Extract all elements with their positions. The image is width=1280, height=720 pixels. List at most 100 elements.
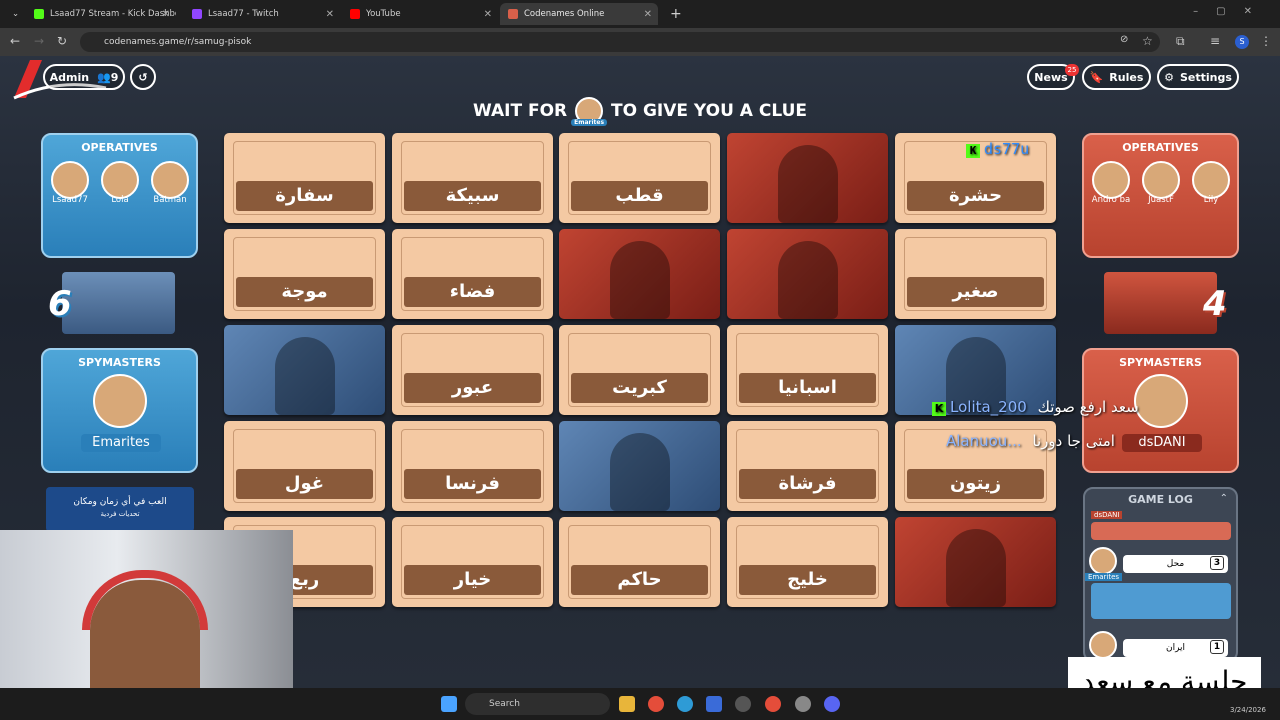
word-card[interactable]: فرنسا	[392, 421, 553, 511]
close-icon[interactable]: ✕	[326, 9, 334, 20]
word-card[interactable]: فرشاة	[727, 421, 888, 511]
avatar[interactable]	[51, 161, 89, 199]
word-card[interactable]: اسبانيا	[727, 325, 888, 415]
card-word: غول	[236, 469, 373, 499]
red-cards-left: 4	[1203, 284, 1227, 324]
blue-operatives-panel: OPERATIVES Lsaad77 Lola Batman	[41, 133, 198, 258]
obs-icon[interactable]	[795, 696, 811, 712]
card-word: خيار	[404, 565, 541, 595]
blue-cards-left: 6	[48, 284, 72, 324]
tab-title: Lsaad77 Stream - Kick Dashboa	[50, 9, 176, 19]
mute-icon[interactable]: ⊘	[1120, 34, 1128, 45]
player-name: Andro ba	[1091, 195, 1131, 205]
game-log-title: GAME LOG	[1128, 493, 1193, 506]
word-card[interactable]: سفارة	[224, 133, 385, 223]
admin-button[interactable]: Admin 👥 9	[43, 64, 125, 90]
spymaster-avatar: Emarites	[571, 97, 608, 126]
browser-tab-bar: ⌄ Lsaad77 Stream - Kick Dashboa ✕ Lsaad7…	[0, 0, 1280, 28]
word-card[interactable]: صغير	[895, 229, 1056, 319]
kick-icon: K	[932, 402, 946, 416]
word-card[interactable]: عبور	[392, 325, 553, 415]
card-word: سبيكة	[404, 181, 541, 211]
tab-codenames[interactable]: Codenames Online ✕	[500, 3, 658, 25]
spymaster-name: Emarites	[81, 434, 161, 452]
menu-icon[interactable]: ⋮	[1260, 34, 1272, 48]
bookmark-icon: 🔖	[1089, 70, 1104, 84]
new-tab-button[interactable]: +	[662, 3, 682, 25]
settings-button[interactable]: ⚙ Settings	[1157, 64, 1239, 90]
close-icon[interactable]: ✕	[644, 9, 652, 20]
close-icon[interactable]: ✕	[484, 9, 492, 20]
rules-button[interactable]: 🔖 Rules	[1082, 64, 1151, 90]
word-card[interactable]: حاكم	[559, 517, 720, 607]
players-icon: 👥	[97, 70, 111, 84]
back-icon[interactable]: ←	[10, 34, 20, 48]
avatar[interactable]	[151, 161, 189, 199]
tab-list-button[interactable]: ⌄	[4, 3, 22, 25]
word-card[interactable]: كبريت	[559, 325, 720, 415]
card-word: حشرة	[907, 181, 1044, 211]
blue-agent-card-stack	[62, 272, 175, 334]
history-button[interactable]: ↺	[130, 64, 156, 90]
avatar[interactable]	[1134, 374, 1188, 428]
app-icon[interactable]	[735, 696, 751, 712]
close-icon[interactable]: ✕	[162, 9, 170, 20]
avatar[interactable]	[1092, 161, 1130, 199]
chrome-icon[interactable]	[765, 696, 781, 712]
red-agent-card[interactable]	[895, 517, 1056, 607]
panel-title: OPERATIVES	[1122, 141, 1199, 154]
taskbar-search[interactable]: Search	[465, 693, 610, 715]
word-card[interactable]: خيار	[392, 517, 553, 607]
twitch-icon	[192, 9, 202, 19]
word-card[interactable]: خليج	[727, 517, 888, 607]
blue-agent-card[interactable]	[224, 325, 385, 415]
folder-icon[interactable]	[619, 696, 635, 712]
promo-banner[interactable]: العب في أي زمان ومكان تحديات فردية	[46, 487, 194, 532]
window-controls[interactable]: –▢✕	[1193, 6, 1270, 17]
red-agent-card[interactable]	[727, 133, 888, 223]
tab-twitch[interactable]: Lsaad77 - Twitch ✕	[184, 3, 340, 25]
chat-user: ds77u	[984, 140, 1030, 158]
card-word: عبور	[404, 373, 541, 403]
edge-icon[interactable]	[677, 696, 693, 712]
tab-title: YouTube	[366, 9, 401, 19]
blue-agent-card[interactable]	[559, 421, 720, 511]
red-agent-card[interactable]	[559, 229, 720, 319]
store-icon[interactable]	[706, 696, 722, 712]
player-name: Lily	[1203, 195, 1219, 205]
agent-figure	[274, 337, 335, 415]
kick-icon: K	[966, 144, 980, 158]
word-card[interactable]: فضاء	[392, 229, 553, 319]
card-word: حاكم	[571, 565, 708, 595]
reload-icon[interactable]: ↻	[57, 34, 67, 48]
collapse-icon[interactable]: ⌃	[1220, 493, 1228, 504]
log-player: dsDANI	[1091, 511, 1123, 519]
avatar[interactable]	[93, 374, 147, 428]
gear-icon: ⚙	[1164, 70, 1174, 84]
address-bar: ← → ↻ codenames.game/r/samug-pisok ⊘ ☆ ⧉…	[0, 28, 1280, 56]
clue-count: 1	[1210, 640, 1224, 654]
extensions-icon[interactable]: ⧉	[1176, 34, 1185, 49]
avatar[interactable]	[1142, 161, 1180, 199]
url-field[interactable]: codenames.game/r/samug-pisok	[80, 32, 1160, 52]
chrome-icon[interactable]	[648, 696, 664, 712]
avatar[interactable]	[1192, 161, 1230, 199]
start-icon[interactable]	[441, 696, 457, 712]
word-card[interactable]: موجة	[224, 229, 385, 319]
discord-icon[interactable]	[824, 696, 840, 712]
media-icon[interactable]: ≡	[1210, 34, 1220, 48]
prompt-before: WAIT FOR	[473, 101, 568, 121]
tab-youtube[interactable]: YouTube ✕	[342, 3, 498, 25]
forward-icon[interactable]: →	[34, 34, 44, 48]
profile-avatar[interactable]: S	[1235, 35, 1249, 49]
word-card[interactable]: قطب	[559, 133, 720, 223]
red-agent-card[interactable]	[727, 229, 888, 319]
avatar[interactable]	[101, 161, 139, 199]
chat-user: Alanuou...	[946, 432, 1022, 450]
word-card[interactable]: سبيكة	[392, 133, 553, 223]
bookmark-star-icon[interactable]: ☆	[1142, 34, 1153, 48]
game-log-panel[interactable]: GAME LOG ⌃ dsDANI Emarites محل 3 ايران 1	[1083, 487, 1238, 662]
player-name: Lsaad77	[52, 195, 88, 205]
tab-kick[interactable]: Lsaad77 Stream - Kick Dashboa ✕	[26, 3, 176, 25]
word-card[interactable]: غول	[224, 421, 385, 511]
